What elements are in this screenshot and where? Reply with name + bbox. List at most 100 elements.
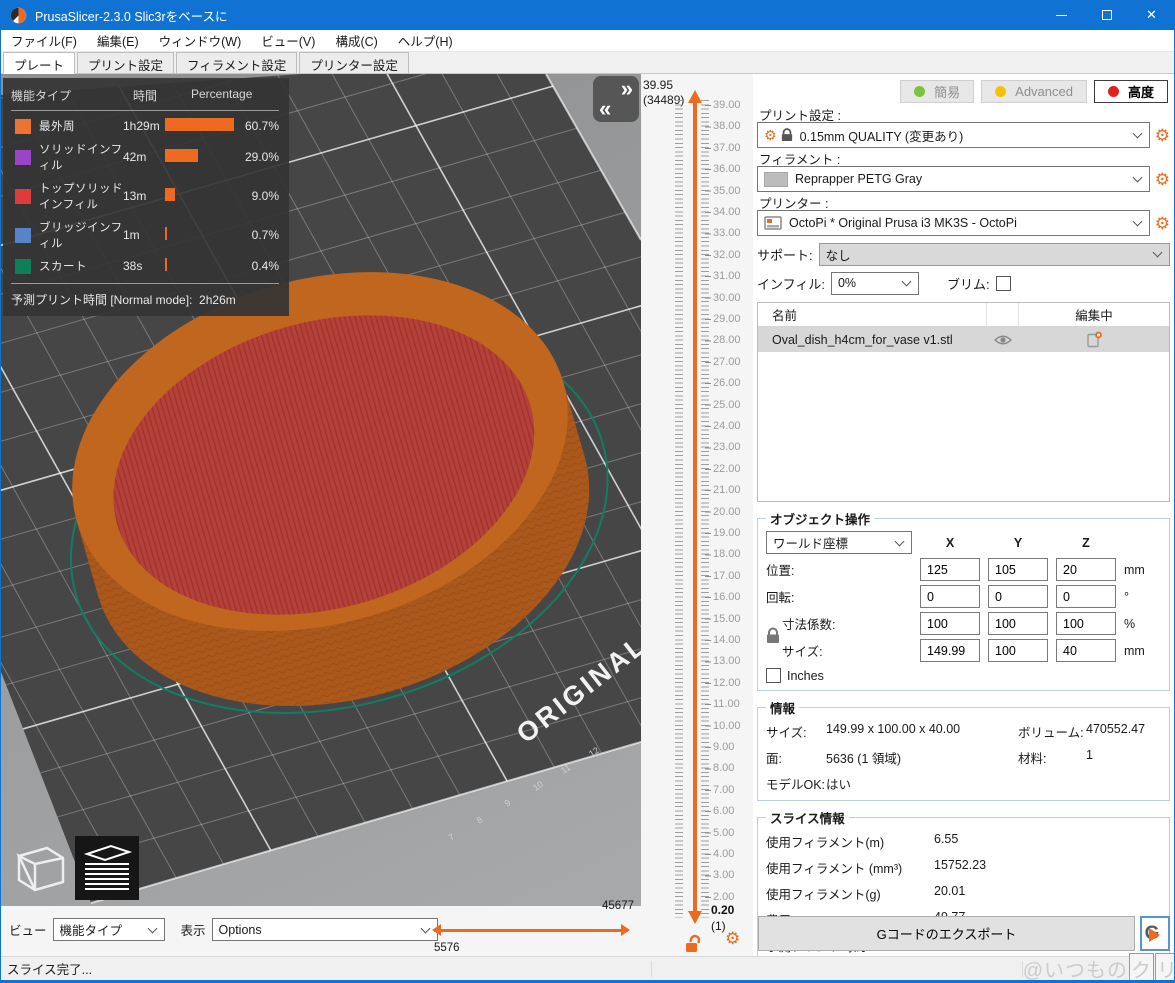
manip-input-2-z[interactable] bbox=[1056, 612, 1116, 635]
tab-3[interactable]: プリンター設定 bbox=[299, 52, 409, 73]
status-text: スライス完了... bbox=[1, 959, 651, 978]
layer-tick-label: 9.00 bbox=[713, 741, 734, 753]
legend-row-0: 最外周1h29m60.7% bbox=[11, 118, 279, 134]
menu-item-2[interactable]: ウィンドウ(W) bbox=[149, 30, 252, 52]
column-name-header[interactable]: 名前 bbox=[758, 303, 987, 326]
manip-input-0-z[interactable] bbox=[1056, 558, 1116, 581]
manip-unit-1: ° bbox=[1124, 590, 1152, 604]
support-select[interactable]: なし bbox=[819, 243, 1170, 266]
object-manipulation-group: オブジェクト操作 ワールド座標XYZ位置:mm回転:°寸法係数:%サイズ:mm … bbox=[757, 509, 1170, 691]
info-group: 情報 サイズ: 149.99 x 100.00 x 40.00 ボリューム: 4… bbox=[757, 698, 1170, 801]
manip-row-label-0: 位置: bbox=[766, 560, 912, 579]
uniform-scale-lock-icon[interactable] bbox=[766, 627, 780, 647]
show-label: 表示 bbox=[181, 920, 206, 939]
app-window: PrusaSlicer-2.3.0 Slic3rをベースに ✕ ファイル(F)編… bbox=[0, 0, 1175, 983]
manip-input-2-y[interactable] bbox=[988, 612, 1048, 635]
slider-current-value: 5576 bbox=[434, 942, 460, 954]
minimize-button[interactable] bbox=[1039, 0, 1084, 30]
layer-slider-track[interactable] bbox=[693, 96, 697, 918]
manip-input-3-y[interactable] bbox=[988, 639, 1048, 662]
menu-item-4[interactable]: 構成(C) bbox=[325, 30, 387, 52]
layer-slider-gear-button[interactable]: ⚙ bbox=[725, 930, 740, 947]
manip-unit-3: mm bbox=[1124, 644, 1152, 658]
manip-input-0-y[interactable] bbox=[988, 558, 1048, 581]
cube-icon bbox=[11, 838, 69, 896]
printer-gear-button[interactable]: ⚙ bbox=[1155, 215, 1170, 232]
manip-row-label-1: 回転: bbox=[766, 587, 912, 606]
inches-label: Inches bbox=[787, 669, 824, 683]
menu-item-1[interactable]: 編集(E) bbox=[87, 30, 149, 52]
brim-checkbox[interactable] bbox=[996, 276, 1011, 291]
collapse-sidebar-button[interactable]: » « bbox=[593, 76, 639, 122]
filament-select[interactable]: Reprapper PETG Gray bbox=[757, 166, 1150, 192]
editing-state-button[interactable] bbox=[1019, 331, 1169, 348]
layer-tick-label: 15.00 bbox=[713, 613, 741, 625]
chevron-left-icon: « bbox=[599, 96, 611, 122]
view-mode-select[interactable]: 機能タイプ bbox=[53, 918, 165, 941]
filament-gear-button[interactable]: ⚙ bbox=[1155, 171, 1170, 188]
tab-0[interactable]: プレート bbox=[3, 52, 75, 74]
manip-input-3-x[interactable] bbox=[920, 639, 980, 662]
layer-tick-label: 10.00 bbox=[713, 720, 741, 732]
minimize-icon bbox=[1056, 15, 1067, 16]
tab-1[interactable]: プリント設定 bbox=[77, 52, 174, 73]
manip-input-0-x[interactable] bbox=[920, 558, 980, 581]
layer-tick-label: 18.00 bbox=[713, 548, 741, 560]
inches-checkbox[interactable] bbox=[766, 668, 781, 683]
chevron-right-icon: » bbox=[621, 76, 633, 102]
maximize-button[interactable] bbox=[1084, 0, 1129, 30]
info-title: 情報 bbox=[766, 698, 799, 717]
show-options-select[interactable]: Options bbox=[212, 918, 438, 941]
layer-tick-label: 37.00 bbox=[713, 142, 741, 154]
column-editing-header[interactable]: 編集中 bbox=[1019, 305, 1169, 324]
chevron-down-icon bbox=[1132, 217, 1142, 227]
model-ok-value: はい bbox=[826, 774, 1161, 793]
layer-tick-label: 33.00 bbox=[713, 227, 741, 239]
view-label: ビュー bbox=[9, 920, 47, 939]
horizontal-slider-track[interactable] bbox=[434, 929, 628, 932]
manip-input-1-x[interactable] bbox=[920, 585, 980, 608]
menu-item-5[interactable]: ヘルプ(H) bbox=[388, 30, 463, 52]
manip-input-3-z[interactable] bbox=[1056, 639, 1116, 662]
tab-strip: プレートプリント設定フィラメント設定プリンター設定 bbox=[1, 52, 1174, 74]
eye-icon bbox=[994, 334, 1012, 346]
layer-tick-label: 31.00 bbox=[713, 270, 741, 282]
3d-viewport[interactable]: ORIGINAL 789101112 機能タイプ 時間 Percentage 最… bbox=[1, 74, 641, 906]
layer-tick-label: 17.00 bbox=[713, 570, 741, 582]
printer-select[interactable]: OctoPi * Original Prusa i3 MK3S - OctoPi bbox=[757, 210, 1150, 236]
layer-tick-label: 8.00 bbox=[713, 762, 734, 774]
sliced-info-title: スライス情報 bbox=[766, 808, 849, 827]
manip-input-1-z[interactable] bbox=[1056, 585, 1116, 608]
infill-select[interactable]: 0% bbox=[831, 272, 919, 295]
layer-tick-label: 12.00 bbox=[713, 677, 741, 689]
preview-view-button[interactable] bbox=[75, 836, 139, 900]
mode-button-0[interactable]: 簡易 bbox=[900, 80, 974, 103]
volume-value: 470552.47 bbox=[1086, 722, 1161, 741]
layer-range-lock-button[interactable] bbox=[685, 934, 702, 956]
coordinate-system-select[interactable]: ワールド座標 bbox=[766, 531, 912, 554]
editor-view-button[interactable] bbox=[9, 836, 71, 898]
mode-button-2[interactable]: 高度 bbox=[1094, 80, 1168, 103]
export-gcode-icon-button[interactable]: G bbox=[1140, 916, 1170, 951]
object-row-0[interactable]: Oval_dish_h4cm_for_vase v1.stl bbox=[758, 327, 1169, 352]
tab-2[interactable]: フィラメント設定 bbox=[176, 52, 297, 73]
printer-icon bbox=[764, 216, 782, 230]
manip-input-2-x[interactable] bbox=[920, 612, 980, 635]
visibility-eye-button[interactable] bbox=[987, 334, 1019, 346]
print-settings-gear-button[interactable]: ⚙ bbox=[1155, 127, 1170, 144]
column-visibility-header[interactable] bbox=[987, 303, 1019, 326]
print-settings-select[interactable]: ⚙ 0.15mm QUALITY (変更あり) bbox=[757, 122, 1150, 148]
sliced-label-0: 使用フィラメント(m) bbox=[766, 832, 934, 851]
layer-tick-label: 20.00 bbox=[713, 506, 741, 518]
menu-item-3[interactable]: ビュー(V) bbox=[251, 30, 325, 52]
chevron-down-icon bbox=[902, 277, 912, 287]
close-button[interactable]: ✕ bbox=[1129, 0, 1174, 30]
menu-item-0[interactable]: ファイル(F) bbox=[1, 30, 87, 52]
layers-icon bbox=[79, 840, 135, 896]
layer-tick-label: 4.00 bbox=[713, 848, 734, 860]
manip-input-1-y[interactable] bbox=[988, 585, 1048, 608]
export-gcode-button[interactable]: Gコードのエクスポート bbox=[758, 916, 1135, 951]
mode-button-1[interactable]: Advanced bbox=[981, 80, 1087, 103]
move-range-slider[interactable]: 45677 5576 bbox=[426, 906, 636, 956]
chevron-down-icon bbox=[1153, 248, 1163, 258]
